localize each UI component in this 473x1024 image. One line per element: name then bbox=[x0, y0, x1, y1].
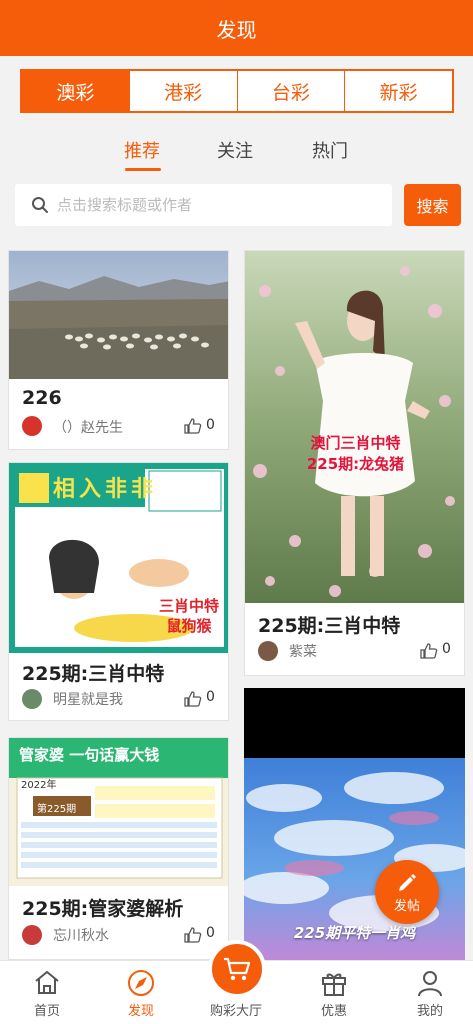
avatar bbox=[22, 416, 42, 436]
tab-recommended[interactable]: 推荐 bbox=[124, 137, 160, 163]
sub-tabs: 推荐 关注 热门 bbox=[0, 125, 473, 175]
home-icon bbox=[35, 970, 59, 994]
cart-icon bbox=[224, 957, 251, 981]
search-button[interactable]: 搜索 bbox=[404, 184, 461, 226]
thumbs-up-icon[interactable] bbox=[184, 927, 202, 943]
post-card[interactable]: 相入非非 三肖中特 鼠狗猴 225期:三肖中特 明星就是我 0 bbox=[8, 462, 229, 721]
post-card[interactable]: 225期平特一肖鸡 bbox=[244, 688, 465, 960]
like-count: 0 bbox=[206, 689, 215, 705]
nav-profile[interactable]: 我的 bbox=[383, 961, 473, 1024]
tab-popular[interactable]: 热门 bbox=[312, 137, 348, 163]
image-overlay-text: 225期平特一肖鸡 bbox=[293, 924, 416, 942]
tab-following[interactable]: 关注 bbox=[217, 137, 253, 163]
like-count: 0 bbox=[442, 641, 451, 657]
lottery-tabs: 澳彩 港彩 台彩 新彩 bbox=[20, 69, 454, 113]
user-icon bbox=[418, 971, 442, 997]
tab-taicai[interactable]: 台彩 bbox=[238, 71, 346, 111]
tab-gangcai[interactable]: 港彩 bbox=[130, 71, 238, 111]
post-author: （）赵先生 bbox=[53, 420, 123, 436]
post-button[interactable]: 发帖 bbox=[375, 860, 439, 924]
post-card[interactable]: 管家婆 一句话赢大钱 2022年 第225期 225期:管家婆解析 忘川秋水 0 bbox=[8, 737, 229, 960]
overlay-line: 225期:龙兔猪 bbox=[306, 455, 405, 473]
page-header: 发现 bbox=[0, 0, 473, 56]
search-box bbox=[15, 184, 392, 226]
overlay-line: 澳门三肖中特 bbox=[310, 434, 401, 452]
post-title: 225期:三肖中特 bbox=[22, 663, 165, 685]
image-overlay-text: 三肖中特 鼠狗猴 bbox=[149, 596, 228, 636]
overlay-line: 三肖中特 bbox=[158, 597, 219, 615]
nav-discover[interactable]: 发现 bbox=[94, 961, 188, 1024]
post-image-landscape bbox=[9, 251, 228, 379]
search-icon bbox=[32, 197, 48, 213]
image-overlay-text: 澳门三肖中特 225期:龙兔猪 bbox=[245, 433, 464, 475]
nav-label: 优惠 bbox=[320, 1004, 347, 1019]
nav-offers[interactable]: 优惠 bbox=[287, 961, 381, 1024]
post-title: 225期:管家婆解析 bbox=[22, 898, 184, 920]
tab-aocai[interactable]: 澳彩 bbox=[22, 71, 130, 111]
lottery-hall-button[interactable] bbox=[208, 940, 266, 998]
like-count: 0 bbox=[206, 925, 215, 941]
avatar bbox=[258, 641, 278, 661]
page-title: 发现 bbox=[216, 17, 257, 42]
poster-banner-text: 管家婆 一句话赢大钱 bbox=[19, 746, 160, 764]
post-card[interactable]: 澳门三肖中特 225期:龙兔猪 225期:三肖中特 紫菜 0 bbox=[244, 250, 465, 676]
search-input[interactable] bbox=[57, 196, 357, 214]
overlay-line: 鼠狗猴 bbox=[166, 617, 212, 635]
nav-label: 我的 bbox=[416, 1004, 443, 1019]
post-button-label: 发帖 bbox=[393, 898, 420, 914]
post-title: 225期:三肖中特 bbox=[258, 615, 401, 637]
thumbs-up-icon[interactable] bbox=[420, 643, 438, 659]
poster-year: 2022年 bbox=[21, 780, 57, 791]
cartoon-banner-text: 相入非非 bbox=[53, 477, 158, 502]
poster-issue: 第225期 bbox=[37, 804, 77, 815]
post-author: 紫菜 bbox=[289, 644, 317, 660]
thumbs-up-icon[interactable] bbox=[184, 691, 202, 707]
nav-home[interactable]: 首页 bbox=[0, 961, 94, 1024]
thumbs-up-icon[interactable] bbox=[184, 418, 202, 434]
nav-label: 首页 bbox=[33, 1004, 60, 1019]
like-count: 0 bbox=[206, 417, 215, 433]
gift-icon bbox=[322, 973, 346, 996]
post-author: 明星就是我 bbox=[53, 692, 123, 708]
avatar bbox=[22, 925, 42, 945]
post-image-woman bbox=[245, 251, 464, 603]
discover-icon bbox=[128, 970, 154, 996]
post-title: 226 bbox=[22, 387, 62, 409]
post-author: 忘川秋水 bbox=[53, 928, 109, 944]
avatar bbox=[22, 689, 42, 709]
pencil-icon bbox=[399, 873, 416, 891]
tab-xincai[interactable]: 新彩 bbox=[345, 71, 452, 111]
nav-label: 购彩大厅 bbox=[209, 1004, 262, 1019]
nav-label: 发现 bbox=[127, 1004, 154, 1019]
post-image-sky bbox=[244, 688, 465, 960]
active-tab-indicator bbox=[125, 168, 161, 171]
post-card[interactable]: 226 （）赵先生 0 bbox=[8, 250, 229, 450]
